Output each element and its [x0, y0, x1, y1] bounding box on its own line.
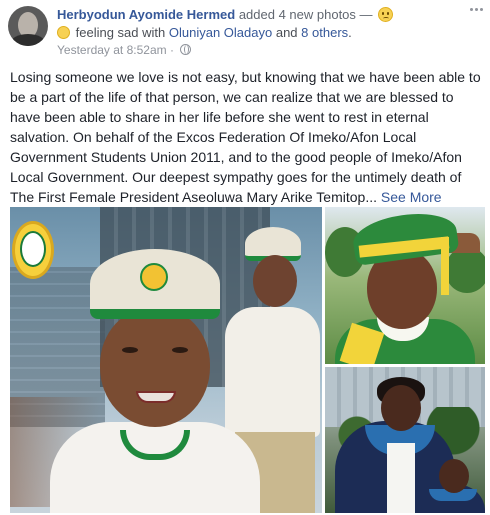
see-more-link[interactable]: See More — [381, 189, 442, 205]
post-timestamp-link[interactable]: Yesterday at 8:52am — [57, 43, 167, 57]
photo-graduation-green[interactable] — [325, 207, 485, 364]
globe-icon[interactable] — [180, 44, 192, 55]
timestamp-separator: · — [169, 43, 174, 57]
sad-face-icon — [378, 7, 394, 22]
feeling-period: . — [348, 25, 352, 40]
author-avatar[interactable] — [8, 6, 48, 46]
post-header: Herbyodun Ayomide Hermed added 4 new pho… — [57, 6, 457, 23]
feeling-emoji-icon — [57, 26, 70, 39]
photo-main-nysc-portrait[interactable] — [10, 207, 322, 513]
post-body: Losing someone we love is not easy, but … — [10, 67, 485, 207]
feed-post: Herbyodun Ayomide Hermed added 4 new pho… — [0, 0, 490, 515]
tagged-others-link[interactable]: 8 others — [301, 25, 348, 40]
more-options-icon[interactable] — [470, 6, 484, 14]
post-meta: Yesterday at 8:52am · — [57, 42, 357, 58]
tagged-person-link[interactable]: Oluniyan Oladayo — [169, 25, 272, 40]
nysc-logo-icon — [10, 213, 56, 303]
feeling-line: feeling sad with Oluniyan Oladayo and 8 … — [57, 24, 457, 41]
post-action-text: added 4 new photos — — [238, 7, 373, 22]
feeling-and: and — [275, 25, 298, 40]
author-name-link[interactable]: Herbyodun Ayomide Hermed — [57, 7, 235, 22]
photo-grid — [10, 207, 485, 513]
feeling-prefix: feeling sad with — [75, 25, 166, 40]
post-text: Losing someone we love is not easy, but … — [10, 69, 481, 205]
photo-graduation-blue[interactable] — [325, 367, 485, 513]
